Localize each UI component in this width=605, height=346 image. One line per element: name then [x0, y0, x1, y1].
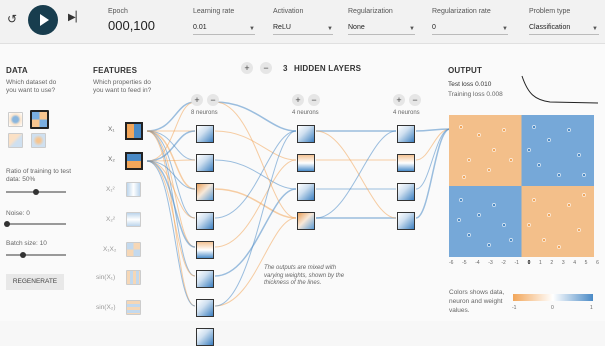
play-icon	[40, 14, 49, 26]
chevron-down-icon: ▼	[327, 26, 333, 32]
remove-neuron-button-l1[interactable]: −	[207, 94, 219, 106]
weights-note: The outputs are mixed with varying weigh…	[264, 265, 345, 286]
neuron-l2[interactable]	[297, 183, 315, 201]
regularization-rate-select[interactable]: 0	[432, 24, 436, 31]
x-tick: 2	[550, 260, 554, 266]
activation-label: Activation	[273, 8, 304, 15]
neuron-l1[interactable]	[196, 154, 214, 172]
chevron-down-icon: ▼	[592, 26, 598, 32]
neuron-l1[interactable]	[196, 328, 214, 346]
add-neuron-button-l1[interactable]: +	[191, 94, 203, 106]
test-loss: Test loss 0.010	[448, 81, 492, 88]
layer-count: 3	[283, 64, 288, 73]
chevron-down-icon: ▼	[409, 26, 415, 32]
feature-label-x1x2: X₁X₂	[103, 246, 117, 253]
activation-select[interactable]: ReLU	[273, 24, 291, 31]
regularization-label: Regularization	[348, 8, 393, 15]
hidden-layers-title: HIDDEN LAYERS	[294, 64, 362, 73]
feature-label-sinx2: sin(X₂)	[96, 304, 116, 311]
remove-neuron-button-l3[interactable]: −	[409, 94, 421, 106]
feature-x2sq[interactable]	[126, 212, 141, 227]
legend-text: Colors shows data, neuron and weight val…	[449, 289, 505, 314]
x-tick: 1	[538, 260, 542, 266]
scale-tick: 1	[590, 305, 593, 311]
layer2-neurons: 4 neurons	[292, 110, 319, 116]
feature-x1[interactable]	[125, 122, 143, 140]
neuron-l1[interactable]	[196, 212, 214, 230]
feature-label-x2sq: X₂²	[106, 216, 116, 223]
remove-layer-button[interactable]: −	[260, 62, 272, 74]
neuron-l2[interactable]	[297, 125, 315, 143]
data-points	[457, 125, 586, 249]
x-tick: -5	[462, 260, 467, 266]
x-tick: 6	[596, 260, 599, 266]
layer3-neurons: 4 neurons	[393, 110, 420, 116]
feature-label-sinx1: sin(X₁)	[96, 274, 116, 281]
epoch-label: Epoch	[108, 8, 128, 15]
scale-tick: -1	[512, 305, 517, 311]
remove-neuron-button-l2[interactable]: −	[308, 94, 320, 106]
feature-x1sq[interactable]	[126, 182, 141, 197]
neuron-l3[interactable]	[397, 212, 415, 230]
x-tick: -1	[514, 260, 519, 266]
main-area: DATA Which dataset do you want to use? R…	[0, 44, 605, 346]
color-scale-bar	[513, 294, 593, 301]
neuron-l1[interactable]	[196, 270, 214, 288]
learning-rate-select[interactable]: 0.01	[193, 24, 207, 31]
x-tick: -4	[475, 260, 480, 266]
neuron-l1[interactable]	[196, 241, 214, 259]
top-control-bar: ↺ ▶▏ Epoch 000,100 Learning rate 0.01 ▼ …	[0, 0, 605, 44]
x-tick: 5	[584, 260, 588, 266]
feature-label-x1sq: X₁²	[106, 186, 115, 193]
feature-sinx2[interactable]	[126, 300, 141, 315]
add-neuron-button-l3[interactable]: +	[393, 94, 405, 106]
neuron-l2[interactable]	[297, 212, 315, 230]
neuron-l2[interactable]	[297, 154, 315, 172]
training-loss: Training loss 0.008	[448, 91, 503, 98]
learning-rate-label: Learning rate	[193, 8, 235, 15]
feature-label-x1: X₁	[108, 126, 115, 133]
epoch-value: 000,100	[108, 18, 155, 33]
feature-sinx1[interactable]	[126, 270, 141, 285]
regularization-rate-label: Regularization rate	[432, 8, 491, 15]
chevron-down-icon: ▼	[249, 26, 255, 32]
x-tick: -2	[501, 260, 506, 266]
neuron-l1[interactable]	[196, 183, 214, 201]
regularization-select[interactable]: None	[348, 24, 365, 31]
x-axis-ticks: -6 -5 -4 -3 -2 -1 0 1 2 3 4 5 6	[449, 259, 599, 267]
play-button[interactable]	[28, 5, 58, 35]
x-tick: -6	[449, 260, 454, 266]
reset-icon[interactable]: ↺	[7, 12, 17, 26]
feature-x1x2[interactable]	[126, 242, 141, 257]
feature-label-x2: X₂	[108, 156, 115, 163]
problem-type-label: Problem type	[529, 8, 571, 15]
add-layer-button[interactable]: +	[241, 62, 253, 74]
neuron-l3[interactable]	[397, 125, 415, 143]
layer1-neurons: 8 neurons	[191, 110, 218, 116]
neuron-l3[interactable]	[397, 183, 415, 201]
x-tick: -3	[488, 260, 493, 266]
x-tick: 4	[573, 260, 577, 266]
feature-x2[interactable]	[125, 152, 143, 170]
add-neuron-button-l2[interactable]: +	[292, 94, 304, 106]
x-tick: 3	[561, 260, 565, 266]
loss-chart	[521, 75, 599, 104]
x-tick: 0	[527, 260, 531, 266]
output-title: OUTPUT	[448, 66, 483, 75]
scale-tick: 0	[551, 305, 554, 311]
neuron-l1[interactable]	[196, 299, 214, 317]
step-icon[interactable]: ▶▏	[68, 12, 83, 23]
chevron-down-icon: ▼	[502, 26, 508, 32]
neuron-l3[interactable]	[397, 154, 415, 172]
neuron-l1[interactable]	[196, 125, 214, 143]
problem-type-select[interactable]: Classification	[529, 24, 570, 31]
